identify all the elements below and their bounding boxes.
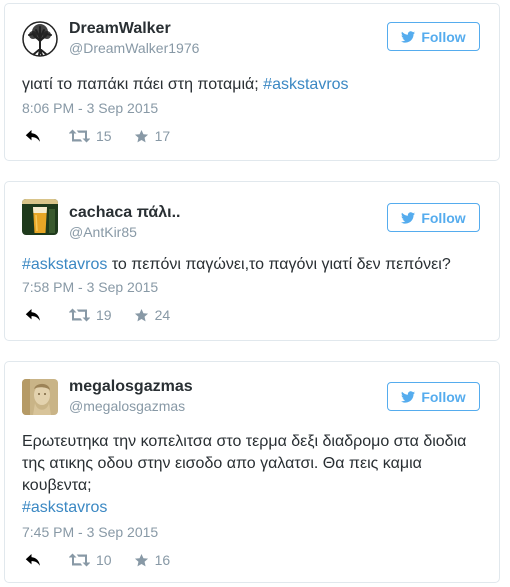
tree-of-life-avatar	[22, 21, 58, 57]
favorite-action[interactable]: 24	[134, 307, 193, 323]
favorite-action[interactable]: 16	[134, 552, 193, 568]
favorite-count: 24	[154, 307, 171, 323]
tweet-card: cachaca πάλι.. @AntKir85 Follow #askstav…	[4, 181, 500, 341]
follow-button[interactable]: Follow	[387, 203, 480, 232]
hashtag-link[interactable]: #askstavros	[263, 76, 348, 93]
retweet-action[interactable]: 10	[69, 552, 134, 568]
avatar[interactable]	[22, 199, 58, 235]
tweet-card: megalosgazmas @megalosgazmas Follow Ερωτ…	[4, 361, 500, 583]
tweet-text-body: το πεπόνι παγώνει,το παγόνι γιατί δεν πε…	[107, 256, 451, 273]
follow-label: Follow	[421, 388, 466, 405]
twitter-bird-icon	[401, 30, 415, 44]
twitter-bird-icon	[401, 211, 415, 225]
display-name[interactable]: DreamWalker	[69, 20, 171, 38]
reply-icon[interactable]	[25, 308, 41, 322]
tweet-timestamp[interactable]: 7:45 PM - 3 Sep 2015	[22, 524, 158, 540]
retweet-icon	[69, 308, 90, 322]
retweet-count: 10	[96, 552, 112, 568]
user-handle[interactable]: @megalosgazmas	[69, 398, 185, 414]
star-icon	[134, 129, 149, 144]
favorite-action[interactable]: 17	[134, 128, 193, 144]
user-handle[interactable]: @AntKir85	[69, 224, 137, 240]
favorite-count: 16	[154, 552, 171, 568]
favorite-count: 17	[154, 128, 171, 144]
tweet-text: γιατί το παπάκι πάει στη ποταμιά; #askst…	[22, 74, 482, 96]
tweet-card: DreamWalker @DreamWalker1976 Follow γιατ…	[4, 3, 500, 161]
retweet-action[interactable]: 15	[69, 128, 134, 144]
tweet-timestamp[interactable]: 8:06 PM - 3 Sep 2015	[22, 100, 158, 116]
tweet-text: #askstavros το πεπόνι παγώνει,το παγόνι …	[22, 254, 482, 276]
follow-label: Follow	[421, 28, 466, 45]
tweet-text-body: Ερωτευτηκα την κοπελιτσα στο τερμα δεξι …	[22, 433, 467, 494]
tweet-actions: 19 24	[25, 306, 192, 324]
star-icon	[134, 553, 149, 568]
hashtag-link[interactable]: #askstavros	[22, 256, 107, 273]
follow-label: Follow	[421, 209, 466, 226]
follow-button[interactable]: Follow	[387, 382, 480, 411]
hashtag-link[interactable]: #askstavros	[22, 499, 107, 516]
user-handle[interactable]: @DreamWalker1976	[69, 40, 199, 56]
retweet-count: 15	[96, 128, 112, 144]
star-icon	[134, 308, 149, 323]
retweet-icon	[69, 129, 90, 143]
follow-button[interactable]: Follow	[387, 22, 480, 51]
avatar[interactable]	[22, 21, 58, 57]
statue-avatar	[22, 379, 58, 415]
tweet-text: Ερωτευτηκα την κοπελιτσα στο τερμα δεξι …	[22, 431, 484, 519]
tweet-timestamp[interactable]: 7:58 PM - 3 Sep 2015	[22, 279, 158, 295]
display-name[interactable]: cachaca πάλι..	[69, 204, 180, 222]
retweet-icon	[69, 553, 90, 567]
beer-glass-avatar	[22, 199, 58, 235]
tweet-text-body: γιατί το παπάκι πάει στη ποταμιά;	[22, 76, 264, 93]
twitter-bird-icon	[401, 390, 415, 404]
display-name[interactable]: megalosgazmas	[69, 378, 193, 396]
retweet-count: 19	[96, 307, 112, 323]
tweet-actions: 10 16	[25, 551, 192, 569]
reply-icon[interactable]	[25, 129, 41, 143]
retweet-action[interactable]: 19	[69, 307, 134, 323]
tweet-actions: 15 17	[25, 127, 192, 145]
avatar[interactable]	[22, 379, 58, 415]
reply-icon[interactable]	[25, 553, 41, 567]
